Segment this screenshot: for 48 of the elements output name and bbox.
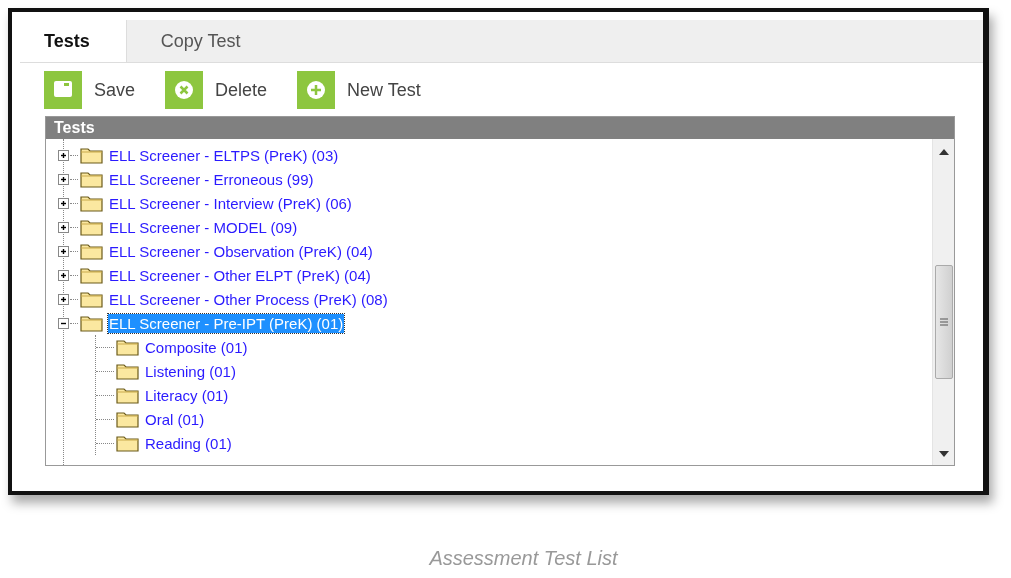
expand-icon[interactable]	[58, 149, 69, 161]
expand-icon[interactable]	[58, 269, 69, 281]
folder-icon	[80, 194, 104, 212]
tree-item[interactable]: Composite (01)	[144, 337, 249, 357]
folder-icon	[80, 290, 104, 308]
folder-icon	[116, 362, 140, 380]
expand-icon[interactable]	[58, 293, 69, 305]
grip-icon	[939, 318, 948, 326]
folder-icon	[80, 314, 104, 332]
folder-icon	[80, 218, 104, 236]
scrollbar[interactable]	[932, 139, 954, 465]
tree-item[interactable]: Listening (01)	[144, 361, 237, 381]
tree-item[interactable]: Oral (01)	[144, 409, 206, 429]
folder-icon	[116, 434, 140, 452]
scroll-down-icon[interactable]	[938, 451, 949, 457]
delete-button[interactable]: Delete	[165, 70, 268, 110]
collapse-icon[interactable]	[58, 317, 69, 329]
delete-icon	[165, 71, 204, 109]
tree-item[interactable]: ELL Screener - Other ELPT (PreK) (04)	[108, 265, 372, 285]
save-button[interactable]: Save	[44, 70, 136, 110]
caption: Assessment Test List	[427, 547, 619, 570]
tree-item[interactable]: ELL Screener - Erroneous (99)	[108, 169, 315, 189]
tree-item[interactable]: Reading (01)	[144, 433, 233, 453]
expand-icon[interactable]	[58, 221, 69, 233]
tree-item[interactable]: ELL Screener - Observation (PreK) (04)	[108, 241, 374, 261]
expand-icon[interactable]	[58, 245, 69, 257]
tree-item[interactable]: ELL Screener - MODEL (09)	[108, 217, 299, 237]
folder-icon	[116, 410, 140, 428]
folder-icon	[116, 338, 140, 356]
folder-icon	[80, 266, 104, 284]
new-test-button[interactable]: New Test	[297, 70, 421, 110]
folder-icon	[80, 146, 104, 164]
tab[interactable]: Copy Test	[126, 20, 269, 62]
panel-title: Tests	[46, 117, 954, 139]
tree-item[interactable]: ELL Screener - ELTPS (PreK) (03)	[108, 145, 340, 165]
scroll-up-icon[interactable]	[938, 149, 949, 155]
tree-item[interactable]: Literacy (01)	[144, 385, 230, 405]
add-icon	[297, 71, 336, 109]
expand-icon[interactable]	[58, 173, 69, 185]
expand-icon[interactable]	[58, 197, 69, 209]
tree-item[interactable]: ELL Screener - Interview (PreK) (06)	[108, 193, 353, 213]
folder-icon	[80, 170, 104, 188]
tab[interactable]: Tests	[20, 20, 127, 62]
scrollbar-thumb[interactable]	[934, 265, 953, 379]
tree-item[interactable]: ELL Screener - Other Process (PreK) (08)	[108, 289, 389, 309]
folder-icon	[80, 242, 104, 260]
folder-icon	[116, 386, 140, 404]
floppy-icon	[44, 71, 82, 109]
